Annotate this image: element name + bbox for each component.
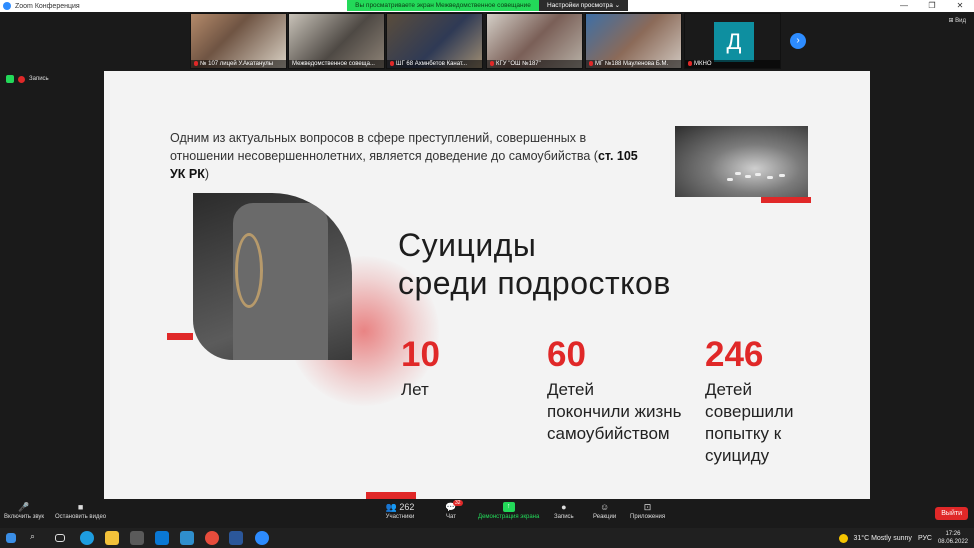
person-with-rope-photo	[193, 193, 352, 360]
participant-tile[interactable]: КГУ "ОШ №187"	[486, 13, 583, 69]
zoom-logo-icon	[3, 2, 11, 10]
chat-unread-badge: 32	[453, 500, 463, 506]
share-screen-button[interactable]: ↑ Демонстрация экрана	[478, 502, 539, 520]
minimize-button[interactable]: —	[890, 0, 918, 12]
decor-red-bar	[167, 333, 193, 340]
participant-tile[interactable]: Д МКНО	[684, 13, 781, 69]
clock[interactable]: 17:26 08.06.2022	[938, 530, 968, 546]
file-explorer-icon[interactable]	[105, 531, 119, 545]
participant-name: Межведомственное совеща...	[292, 61, 375, 67]
slide-heading: Суициды среди подростков	[398, 227, 671, 301]
word-icon[interactable]	[229, 531, 243, 545]
edge-icon[interactable]	[80, 531, 94, 545]
window-controls: — ❐ ✕	[890, 0, 974, 12]
participant-tile[interactable]: Межведомственное совеща...	[288, 13, 385, 69]
stat-value: 60	[547, 335, 586, 374]
stat-value: 246	[705, 335, 764, 374]
participant-tile[interactable]: № 107 лицей У.Акатанулы	[190, 13, 287, 69]
stat-block: 10 Лет	[401, 334, 440, 401]
participants-button[interactable]: 👥 262 Участники	[380, 502, 420, 520]
muted-mic-icon	[390, 60, 394, 66]
chrome-icon[interactable]	[205, 531, 219, 545]
participant-name: ШГ 68 Ахмнбетов Канат...	[396, 61, 468, 67]
mail-icon[interactable]	[155, 531, 169, 545]
view-button[interactable]: ⊞ Вид	[948, 17, 966, 24]
shield-icon	[6, 75, 14, 83]
zoom-window: Zoom Конференция — ❐ ✕ Вы просматриваете…	[0, 0, 974, 548]
participant-name: МГ №188 Мауленова Б.М.	[595, 61, 669, 67]
video-camera-icon: ■	[77, 502, 84, 512]
reactions-button[interactable]: ☺ Реакции	[593, 502, 616, 520]
stop-video-button[interactable]: ■ Остановить видео	[55, 502, 106, 520]
stat-label: Лет	[401, 380, 429, 399]
meeting-toolbar: 🎤 Включить звук ■ Остановить видео 👥 262…	[0, 499, 974, 528]
close-button[interactable]: ✕	[946, 0, 974, 12]
slide-intro-text: Одним из актуальных вопросов в сфере пре…	[170, 131, 638, 181]
apps-icon: ⊡	[643, 502, 652, 512]
weather-sun-icon	[838, 533, 848, 543]
next-page-arrow-icon[interactable]: ›	[790, 33, 806, 49]
maximize-button[interactable]: ❐	[918, 0, 946, 12]
record-button[interactable]: ● Запись	[554, 502, 574, 520]
share-status-text: Вы просматриваете экран Межведомственное…	[347, 0, 539, 11]
stat-label: Детей покончили жизнь самоубийством	[547, 380, 682, 443]
smiley-icon: ☺	[599, 502, 610, 512]
participant-tile[interactable]: МГ №188 Мауленова Б.М.	[585, 13, 682, 69]
stat-label: Детей совершили попытку к суициду	[705, 380, 794, 465]
shared-slide: Одним из актуальных вопросов в сфере пре…	[104, 71, 870, 499]
muted-mic-icon	[194, 60, 198, 66]
record-icon: ●	[561, 502, 567, 512]
participant-name: МКНО	[694, 61, 712, 67]
recording-label: Запись	[29, 76, 49, 82]
share-arrow-icon: ↑	[502, 502, 515, 512]
apps-button[interactable]: ⊡ Приложения	[630, 502, 665, 520]
avatar: Д	[714, 22, 754, 62]
muted-mic-icon	[688, 60, 692, 66]
view-options-button[interactable]: Настройки просмотра ⌄	[539, 0, 629, 11]
share-banner: Вы просматриваете экран Межведомственное…	[347, 0, 629, 11]
language-indicator[interactable]: РУС	[918, 535, 932, 542]
stat-block: 246 Детей совершили попытку к суициду	[705, 334, 793, 467]
participant-name: № 107 лицей У.Акатанулы	[200, 61, 274, 67]
zoom-taskbar-icon[interactable]	[255, 531, 269, 545]
system-tray: 31°C Mostly sunny РУС 17:26 08.06.2022	[838, 528, 974, 548]
muted-mic-icon	[490, 60, 494, 66]
decor-red-bar	[761, 197, 811, 203]
record-dot-icon	[18, 75, 25, 83]
stat-value: 10	[401, 335, 440, 374]
people-icon: 👥 262	[385, 502, 415, 512]
windows-taskbar: ⌕ 31°C Mostly sunny РУС 17:26 08.06.2022	[0, 528, 974, 548]
recording-indicator: Запись	[6, 75, 49, 83]
start-icon[interactable]	[6, 533, 16, 543]
chat-button[interactable]: 💬 32 Чат	[445, 500, 463, 520]
app-l-icon[interactable]	[180, 531, 194, 545]
window-title: Zoom Конференция	[15, 2, 80, 10]
muted-mic-icon	[589, 60, 593, 66]
decor-red-bar	[366, 492, 416, 499]
participant-name: КГУ "ОШ №187"	[496, 61, 541, 67]
pills-photo	[675, 126, 808, 197]
stat-block: 60 Детей покончили жизнь самоубийством	[547, 334, 682, 445]
store-icon[interactable]	[130, 531, 144, 545]
participant-tile[interactable]: ШГ 68 Ахмнбетов Канат...	[386, 13, 483, 69]
unmute-button[interactable]: 🎤 Включить звук	[4, 502, 44, 520]
weather-text: 31°C Mostly sunny	[853, 534, 912, 542]
participant-strip: № 107 лицей У.Акатанулы Межведомственное…	[0, 12, 974, 70]
search-icon[interactable]: ⌕	[30, 531, 44, 545]
leave-meeting-button[interactable]: Выйти	[935, 507, 968, 520]
task-view-icon[interactable]	[55, 534, 65, 542]
muted-mic-icon: 🎤	[18, 502, 30, 512]
